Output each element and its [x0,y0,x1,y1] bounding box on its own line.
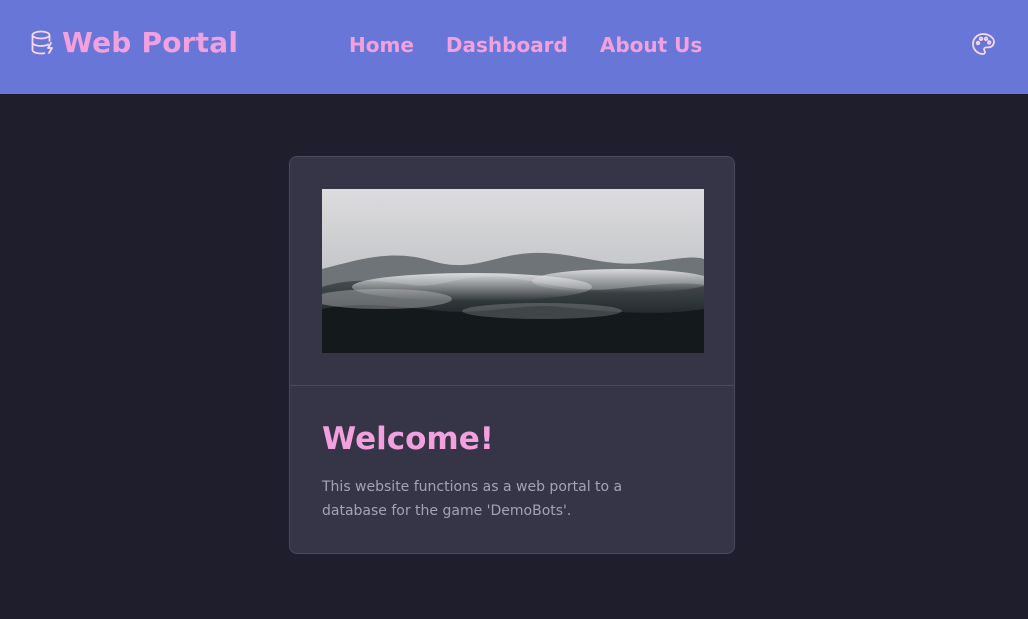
foggy-forest-mountain-image [322,189,704,353]
nav-home-link[interactable]: Home [349,30,414,60]
top-navbar: Web Portal Home Dashboard About Us [0,0,1028,94]
card-description: This website functions as a web portal t… [322,479,623,519]
main-nav: Home Dashboard About Us [349,30,734,60]
nav-about-us-link[interactable]: About Us [600,30,702,60]
nav-dashboard-link[interactable]: Dashboard [446,30,568,60]
card-divider [290,385,734,386]
database-bolt-icon [31,29,55,57]
palette-icon [970,33,996,61]
theme-toggle-button[interactable] [970,31,996,57]
brand-link[interactable]: Web Portal [31,26,238,59]
brand-title: Web Portal [62,26,239,59]
card-title: Welcome! [322,421,494,457]
welcome-card: Welcome! This website functions as a web… [289,156,735,554]
